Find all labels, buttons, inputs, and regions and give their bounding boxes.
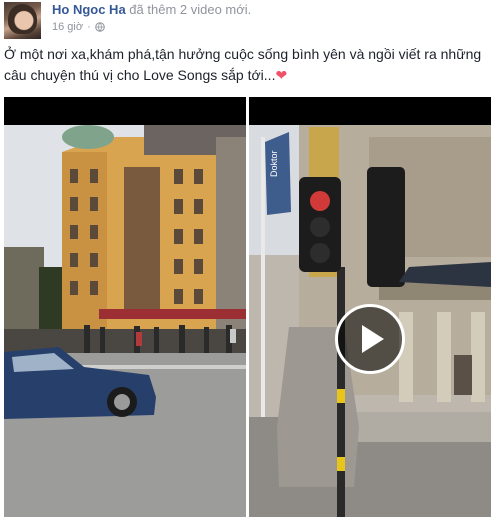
post-timestamp[interactable]: 16 giờ bbox=[52, 21, 83, 33]
video-grid: Doktor bbox=[4, 97, 491, 517]
caption-text: Ở một nơi xa,khám phá,tận hưởng cuộc sốn… bbox=[4, 46, 482, 83]
banner-sign-text: Doktor bbox=[269, 150, 279, 177]
heart-emoji: ❤ bbox=[275, 67, 288, 83]
meta-separator: · bbox=[87, 21, 91, 33]
avatar[interactable] bbox=[4, 2, 41, 39]
facebook-post: Ho Ngoc Ha đã thêm 2 video mới. 16 giờ ·… bbox=[0, 0, 491, 519]
video-left[interactable] bbox=[4, 97, 246, 517]
post-meta: 16 giờ · bbox=[52, 21, 105, 33]
post-header: Ho Ngoc Ha đã thêm 2 video mới. bbox=[52, 2, 251, 17]
post-caption: Ở một nơi xa,khám phá,tận hưởng cuộc sốn… bbox=[4, 44, 488, 86]
video-right[interactable]: Doktor bbox=[249, 97, 491, 517]
author-name[interactable]: Ho Ngoc Ha bbox=[52, 2, 126, 17]
play-button[interactable] bbox=[335, 304, 405, 374]
play-icon bbox=[362, 325, 384, 353]
globe-icon[interactable] bbox=[94, 22, 105, 32]
video-left-thumbnail bbox=[4, 97, 246, 517]
post-action: đã thêm 2 video mới. bbox=[129, 2, 252, 17]
